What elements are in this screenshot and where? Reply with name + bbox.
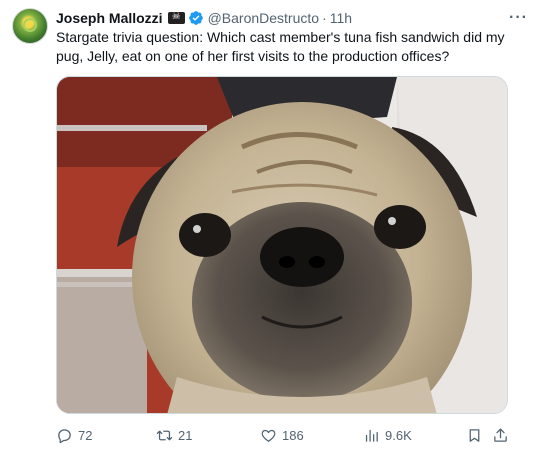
author-name[interactable]: Joseph Mallozzi <box>56 10 163 26</box>
reply-button[interactable]: 72 <box>56 425 92 445</box>
share-icon <box>494 427 507 442</box>
tweet-timestamp[interactable]: 11h <box>330 10 352 26</box>
verified-badge-icon <box>188 11 203 25</box>
avatar-emblem <box>23 18 37 32</box>
more-options-icon[interactable]: ··· <box>509 10 528 26</box>
tweet-photo[interactable] <box>56 76 508 414</box>
author-avatar[interactable] <box>12 8 48 44</box>
tweet-card[interactable]: Joseph Mallozzi @BaronDestructo · 11h ··… <box>0 0 540 461</box>
pug-photo-illustration <box>57 77 507 413</box>
repost-button[interactable]: 21 <box>156 425 192 445</box>
reply-count: 72 <box>78 427 93 443</box>
repost-count: 21 <box>178 427 193 443</box>
views-button[interactable]: 9.6K <box>363 425 412 445</box>
views-chart-icon <box>365 429 378 442</box>
view-count: 9.6K <box>385 427 412 443</box>
tweet-header: Joseph Mallozzi @BaronDestructo · 11h ··… <box>56 8 528 28</box>
tweet-actions: 72 21 186 9.6K <box>56 425 516 445</box>
tweet-text: Stargate trivia question: Which cast mem… <box>56 29 505 64</box>
like-count: 186 <box>282 427 304 443</box>
reply-icon <box>58 428 71 443</box>
author-handle[interactable]: @BaronDestructo <box>208 10 319 26</box>
repost-icon <box>156 430 173 440</box>
bookmark-button[interactable] <box>466 425 483 445</box>
bookmark-icon <box>469 428 480 442</box>
dot-separator: · <box>322 10 327 26</box>
pirate-flag-icon <box>167 11 185 24</box>
heart-icon <box>261 429 276 442</box>
share-button[interactable] <box>492 425 509 445</box>
like-button[interactable]: 186 <box>260 425 304 445</box>
